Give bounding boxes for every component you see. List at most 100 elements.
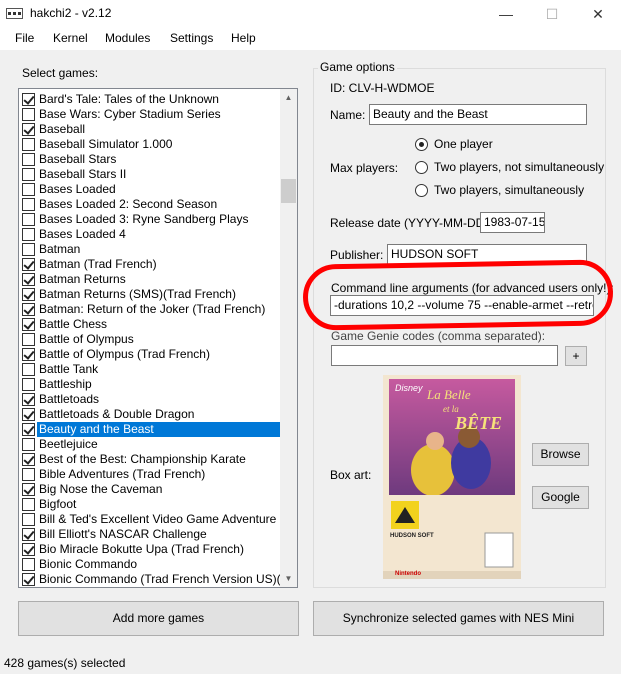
game-row[interactable]: Batman (Trad French)	[19, 257, 281, 272]
scroll-up-arrow-icon[interactable]: ▲	[280, 89, 297, 106]
game-row[interactable]: Bible Adventures (Trad French)	[19, 467, 281, 482]
menu-modules[interactable]: Modules	[105, 31, 150, 45]
game-row[interactable]: Baseball Simulator 1.000	[19, 137, 281, 152]
game-checkbox[interactable]	[22, 318, 35, 331]
game-row[interactable]: Base Wars: Cyber Stadium Series	[19, 107, 281, 122]
game-list-scrollbar[interactable]: ▲ ▼	[280, 89, 297, 587]
game-row[interactable]: Bigfoot	[19, 497, 281, 512]
game-row[interactable]: Baseball	[19, 122, 281, 137]
game-checkbox[interactable]	[22, 303, 35, 316]
game-checkbox[interactable]	[22, 348, 35, 361]
game-row[interactable]: Bases Loaded 4	[19, 227, 281, 242]
radio-two-players-not-simultaneous-label[interactable]: Two players, not simultaneously	[434, 160, 604, 174]
game-row[interactable]: Baseball Stars	[19, 152, 281, 167]
game-row[interactable]: Bionic Commando (Trad French Version US)…	[19, 572, 281, 587]
game-row[interactable]: Baseball Stars II	[19, 167, 281, 182]
game-name: Bases Loaded 2: Second Season	[39, 197, 218, 211]
game-row[interactable]: Batman Returns	[19, 272, 281, 287]
game-checkbox[interactable]	[22, 288, 35, 301]
game-checkbox[interactable]	[22, 363, 35, 376]
game-name: Battle Tank	[39, 362, 99, 376]
radio-one-player[interactable]	[415, 138, 428, 151]
game-checkbox[interactable]	[22, 528, 35, 541]
game-checkbox[interactable]	[22, 183, 35, 196]
game-row[interactable]: Battle Tank	[19, 362, 281, 377]
game-checkbox[interactable]	[22, 573, 35, 586]
scroll-down-arrow-icon[interactable]: ▼	[280, 570, 297, 587]
game-row[interactable]: Best of the Best: Championship Karate	[19, 452, 281, 467]
game-checkbox[interactable]	[22, 408, 35, 421]
game-genie-label: Game Genie codes (comma separated):	[331, 329, 546, 343]
game-checkbox[interactable]	[22, 123, 35, 136]
maximize-button[interactable]: ☐	[529, 0, 575, 28]
game-checkbox[interactable]	[22, 498, 35, 511]
game-checkbox[interactable]	[22, 243, 35, 256]
game-checkbox[interactable]	[22, 543, 35, 556]
browse-button[interactable]: Browse	[532, 443, 589, 466]
game-checkbox[interactable]	[22, 333, 35, 346]
game-row[interactable]: Bases Loaded 3: Ryne Sandberg Plays	[19, 212, 281, 227]
game-row[interactable]: Batman: Return of the Joker (Trad French…	[19, 302, 281, 317]
game-checkbox[interactable]	[22, 513, 35, 526]
game-row[interactable]: Bill & Ted's Excellent Video Game Advent…	[19, 512, 281, 527]
google-button[interactable]: Google	[532, 486, 589, 509]
game-row[interactable]: Battletoads & Double Dragon	[19, 407, 281, 422]
scroll-thumb[interactable]	[281, 179, 296, 203]
game-checkbox[interactable]	[22, 378, 35, 391]
game-row[interactable]: Batman Returns (SMS)(Trad French)	[19, 287, 281, 302]
game-genie-input[interactable]	[331, 345, 558, 366]
game-row[interactable]: Bionic Commando	[19, 557, 281, 572]
game-checkbox[interactable]	[22, 273, 35, 286]
game-row[interactable]: Battle Chess	[19, 317, 281, 332]
game-row[interactable]: Batman	[19, 242, 281, 257]
game-checkbox[interactable]	[22, 393, 35, 406]
game-checkbox[interactable]	[22, 453, 35, 466]
minimize-button[interactable]: —	[483, 0, 529, 28]
game-checkbox[interactable]	[22, 93, 35, 106]
game-row-selected[interactable]: Beauty and the Beast	[19, 422, 281, 437]
game-row[interactable]: Bill Elliott's NASCAR Challenge	[19, 527, 281, 542]
game-checkbox[interactable]	[22, 228, 35, 241]
game-row[interactable]: Bases Loaded 2: Second Season	[19, 197, 281, 212]
sync-games-button[interactable]: Synchronize selected games with NES Mini	[313, 601, 604, 636]
game-row[interactable]: Bard's Tale: Tales of the Unknown	[19, 92, 281, 107]
game-checkbox[interactable]	[22, 153, 35, 166]
name-input[interactable]: Beauty and the Beast	[369, 104, 587, 125]
game-list[interactable]: Bard's Tale: Tales of the Unknown Base Wa…	[18, 88, 298, 588]
release-date-input[interactable]: 1983-07-15	[480, 212, 545, 233]
game-row[interactable]: Battle of Olympus	[19, 332, 281, 347]
game-row[interactable]: Battle of Olympus (Trad French)	[19, 347, 281, 362]
radio-two-players-simultaneous-label[interactable]: Two players, simultaneously	[434, 183, 584, 197]
game-checkbox[interactable]	[22, 483, 35, 496]
game-row[interactable]: Bases Loaded	[19, 182, 281, 197]
menu-settings[interactable]: Settings	[170, 31, 213, 45]
game-name: Battle of Olympus	[39, 332, 134, 346]
game-checkbox[interactable]	[22, 438, 35, 451]
game-name: Beetlejuice	[39, 437, 98, 451]
close-button[interactable]: ✕	[575, 0, 621, 28]
game-row[interactable]: Beetlejuice	[19, 437, 281, 452]
game-checkbox[interactable]	[22, 108, 35, 121]
game-checkbox[interactable]	[22, 423, 35, 436]
game-id: ID: CLV-H-WDMOE	[330, 81, 435, 95]
add-more-games-button[interactable]: Add more games	[18, 601, 299, 636]
game-checkbox[interactable]	[22, 468, 35, 481]
game-row[interactable]: Big Nose the Caveman	[19, 482, 281, 497]
radio-two-players-not-simultaneous[interactable]	[415, 161, 428, 174]
menu-file[interactable]: File	[15, 31, 34, 45]
radio-two-players-simultaneous[interactable]	[415, 184, 428, 197]
game-checkbox[interactable]	[22, 138, 35, 151]
add-genie-code-button[interactable]: +	[565, 346, 587, 366]
game-checkbox[interactable]	[22, 213, 35, 226]
game-row[interactable]: Bio Miracle Bokutte Upa (Trad French)	[19, 542, 281, 557]
game-row[interactable]: Battletoads	[19, 392, 281, 407]
game-checkbox[interactable]	[22, 198, 35, 211]
game-checkbox[interactable]	[22, 168, 35, 181]
game-name: Bard's Tale: Tales of the Unknown	[39, 92, 219, 106]
menu-help[interactable]: Help	[231, 31, 256, 45]
game-checkbox[interactable]	[22, 258, 35, 271]
radio-one-player-label[interactable]: One player	[434, 137, 493, 151]
game-checkbox[interactable]	[22, 558, 35, 571]
menu-kernel[interactable]: Kernel	[53, 31, 88, 45]
game-row[interactable]: Battleship	[19, 377, 281, 392]
